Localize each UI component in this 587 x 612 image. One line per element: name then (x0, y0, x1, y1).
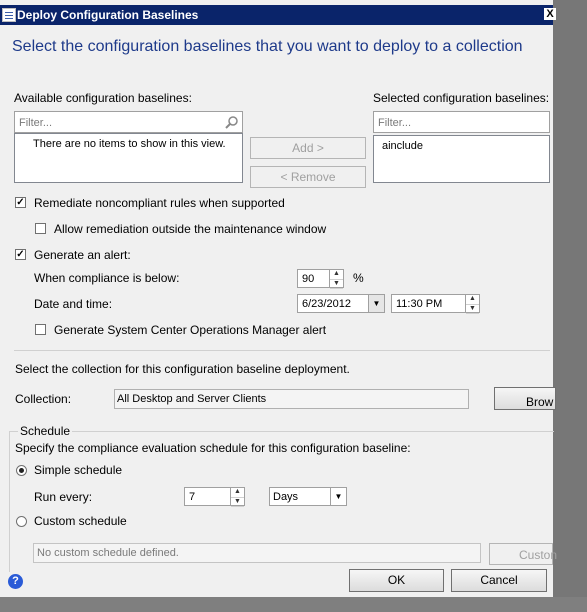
collection-intro: Select the collection for this configura… (15, 362, 350, 376)
simple-schedule-label: Simple schedule (34, 463, 123, 477)
customize-button-label: Custon (519, 548, 558, 562)
selected-filter-placeholder: Filter... (378, 117, 412, 129)
selected-baselines-label: Selected configuration baselines: (373, 91, 550, 105)
custom-schedule-field: No custom schedule defined. (33, 543, 481, 563)
allow-remediation-label: Allow remediation outside the maintenanc… (54, 222, 327, 236)
add-button[interactable]: Add > (250, 137, 366, 159)
ok-button[interactable]: OK (349, 569, 444, 592)
generate-alert-label: Generate an alert: (34, 248, 131, 262)
percent-label: % (353, 271, 364, 285)
divider (14, 350, 550, 351)
available-filter-placeholder: Filter... (19, 117, 53, 129)
custom-schedule-label: Custom schedule (34, 514, 127, 528)
alert-time-value: 11:30 PM (396, 298, 443, 310)
time-spin-buttons[interactable]: ▲ ▼ (465, 295, 479, 314)
collection-value: All Desktop and Server Clients (117, 393, 267, 405)
help-icon[interactable]: ? (8, 574, 23, 589)
compliance-threshold-value: 90 (302, 273, 315, 285)
close-icon[interactable]: X (544, 8, 556, 20)
remediate-checkbox[interactable]: ✓ (15, 197, 26, 208)
chevron-down-icon[interactable]: ▼ (330, 488, 346, 505)
selected-baselines-list[interactable]: ainclude (373, 135, 550, 183)
browse-button-label: Brow (526, 395, 554, 409)
empty-list-message: There are no items to show in this view. (33, 138, 226, 150)
dialog-icon (2, 8, 16, 22)
available-baselines-label: Available configuration baselines: (14, 91, 192, 105)
remediate-label: Remediate noncompliant rules when suppor… (34, 196, 285, 210)
scom-alert-label: Generate System Center Operations Manage… (54, 323, 327, 337)
customize-button[interactable]: Custon (489, 543, 557, 565)
alert-date-value: 6/23/2012 (302, 298, 351, 310)
background-taskbar-edge (0, 597, 587, 612)
date-time-label: Date and time: (34, 297, 113, 311)
compliance-spin-buttons[interactable]: ▲ ▼ (329, 270, 343, 289)
schedule-unit-dropdown[interactable]: Days ▼ (269, 487, 347, 506)
remove-button[interactable]: < Remove (250, 166, 366, 188)
run-every-value: 7 (189, 491, 196, 503)
browse-button[interactable]: Brow (494, 387, 556, 410)
custom-schedule-radio[interactable] (16, 516, 27, 527)
run-every-spin-buttons[interactable]: ▲ ▼ (230, 488, 244, 507)
selected-filter-input[interactable]: Filter... (373, 111, 550, 133)
run-every-stepper[interactable]: 7 ▲ ▼ (184, 487, 245, 507)
title-bar[interactable]: Deploy Configuration Baselines X (0, 5, 556, 25)
collection-label: Collection: (15, 392, 72, 406)
chevron-down-icon[interactable]: ▼ (368, 295, 384, 312)
alert-time-stepper[interactable]: 11:30 PM ▲ ▼ (391, 294, 480, 314)
compliance-threshold-stepper[interactable]: 90 ▲ ▼ (297, 269, 344, 289)
list-item[interactable]: ainclude (382, 140, 423, 152)
page-heading: Select the configuration baselines that … (12, 38, 523, 55)
background-window-edge (553, 0, 587, 597)
search-icon[interactable] (225, 115, 239, 129)
cancel-button[interactable]: Cancel (451, 569, 547, 592)
alert-date-picker[interactable]: 6/23/2012 ▼ (297, 294, 385, 313)
custom-schedule-placeholder: No custom schedule defined. (37, 547, 179, 559)
generate-alert-checkbox[interactable]: ✓ (15, 249, 26, 260)
schedule-unit-value: Days (273, 491, 299, 503)
allow-remediation-checkbox[interactable] (35, 223, 46, 234)
run-every-label: Run every: (34, 490, 93, 504)
schedule-intro: Specify the compliance evaluation schedu… (15, 441, 411, 455)
simple-schedule-radio[interactable] (16, 465, 27, 476)
available-filter-input[interactable]: Filter... (14, 111, 243, 133)
window-title: Deploy Configuration Baselines (17, 8, 199, 22)
schedule-group-label: Schedule (18, 424, 73, 438)
scom-alert-checkbox[interactable] (35, 324, 46, 335)
collection-field: All Desktop and Server Clients (114, 389, 469, 409)
compliance-threshold-label: When compliance is below: (34, 271, 180, 285)
available-baselines-list[interactable]: There are no items to show in this view. (14, 133, 243, 183)
